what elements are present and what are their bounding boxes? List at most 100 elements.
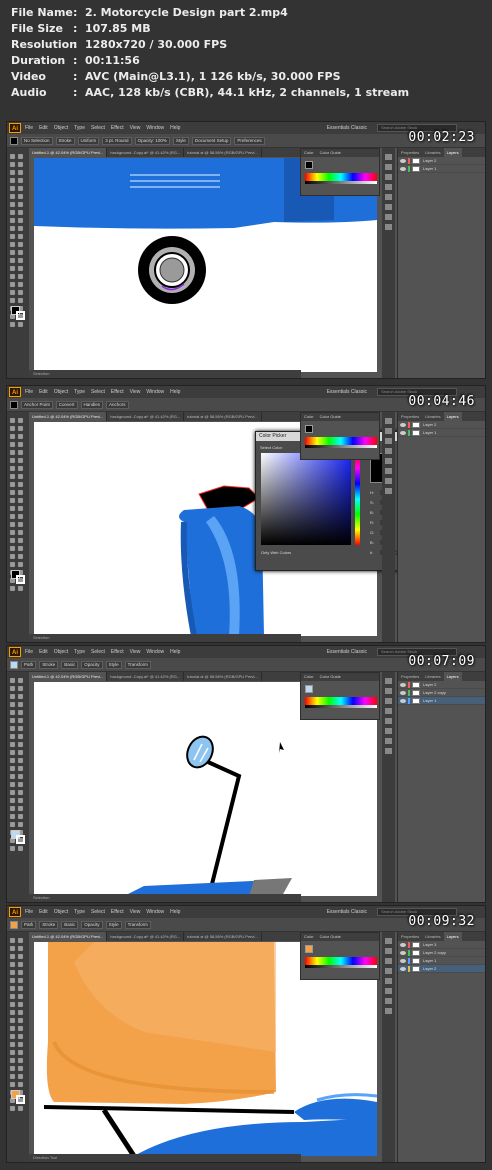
menu-object[interactable]: Object xyxy=(54,909,68,915)
tool-icon[interactable] xyxy=(10,194,15,199)
layer-name[interactable]: Layer 2 xyxy=(423,682,436,687)
menu-type[interactable]: Type xyxy=(74,909,85,915)
panel-icon[interactable] xyxy=(385,194,392,200)
panel-tab[interactable]: Libraries xyxy=(422,412,443,421)
panel-icon[interactable] xyxy=(385,698,392,704)
tool-icon[interactable] xyxy=(10,530,15,535)
tool-icon[interactable] xyxy=(18,490,23,495)
document-tab[interactable]: tutorial.ai @ 58.56% (RGB/GPU Previ... xyxy=(184,148,262,157)
tool-icon[interactable] xyxy=(10,822,15,827)
tool-icon[interactable] xyxy=(10,250,15,255)
control-item[interactable]: Opacity: 100% xyxy=(134,136,170,145)
panel-icon[interactable] xyxy=(385,488,392,494)
tool-icon[interactable] xyxy=(18,266,23,271)
tool-icon[interactable] xyxy=(10,734,15,739)
tool-icon[interactable] xyxy=(10,718,15,723)
document-tab[interactable]: tutorial.ai @ 58.56% (RGB/GPU Previ... xyxy=(184,932,262,941)
tool-icon[interactable] xyxy=(10,258,15,263)
control-item[interactable]: Anchors xyxy=(106,400,129,409)
tool-icon[interactable] xyxy=(18,686,23,691)
document-tab[interactable]: tutorial.ai @ 58.56% (RGB/GPU Previ... xyxy=(184,672,262,681)
tool-icon[interactable] xyxy=(10,322,15,327)
control-item[interactable]: Convert xyxy=(55,400,78,409)
document-tab[interactable]: Untitled-1 @ 42.04% (RGB/GPU Previ... xyxy=(29,672,108,681)
panel-icon[interactable] xyxy=(385,154,392,160)
tool-icon[interactable] xyxy=(10,218,15,223)
tool-icon[interactable] xyxy=(18,1050,23,1055)
menu-select[interactable]: Select xyxy=(91,125,105,131)
tool-icon[interactable] xyxy=(18,298,23,303)
tool-icon[interactable] xyxy=(10,798,15,803)
color-spectrum[interactable] xyxy=(305,437,377,445)
control-item[interactable]: 3 pt. Round xyxy=(102,136,132,145)
panel-icon[interactable] xyxy=(385,748,392,754)
panel-tab[interactable]: Layers xyxy=(443,672,462,681)
tool-icon[interactable] xyxy=(18,782,23,787)
menu-view[interactable]: View xyxy=(130,649,141,655)
current-color-swatch[interactable] xyxy=(305,161,313,169)
menu-edit[interactable]: Edit xyxy=(39,125,48,131)
tool-icon[interactable] xyxy=(10,498,15,503)
tool-icon[interactable] xyxy=(10,766,15,771)
tool-icon[interactable] xyxy=(10,758,15,763)
layer-name[interactable]: Layer 1 xyxy=(423,958,436,963)
menu-view[interactable]: View xyxy=(130,125,141,131)
visibility-eye-icon[interactable] xyxy=(400,166,406,171)
control-item[interactable]: Style xyxy=(105,660,122,669)
color-panel-tab[interactable]: Color xyxy=(301,149,317,157)
panel-icon[interactable] xyxy=(385,988,392,994)
tool-icon[interactable] xyxy=(18,994,23,999)
panel-icon[interactable] xyxy=(385,468,392,474)
control-item[interactable]: Opacity xyxy=(81,920,103,929)
tool-icon[interactable] xyxy=(18,154,23,159)
menu-help[interactable]: Help xyxy=(170,389,180,395)
layer-name[interactable]: Layer 1 xyxy=(423,166,436,171)
menu-type[interactable]: Type xyxy=(74,125,85,131)
menu-help[interactable]: Help xyxy=(170,649,180,655)
menu-select[interactable]: Select xyxy=(91,649,105,655)
tool-icon[interactable] xyxy=(18,946,23,951)
control-item[interactable]: Anchor Point xyxy=(21,400,53,409)
control-item[interactable]: Basic xyxy=(61,920,79,929)
tool-icon[interactable] xyxy=(10,274,15,279)
panel-icon[interactable] xyxy=(385,728,392,734)
tool-icon[interactable] xyxy=(10,702,15,707)
tool-icon[interactable] xyxy=(10,466,15,471)
panel-icon[interactable] xyxy=(385,978,392,984)
color-panel-tab[interactable]: Color Guide xyxy=(317,413,344,421)
tool-icon[interactable] xyxy=(10,490,15,495)
panel-icon[interactable] xyxy=(385,688,392,694)
tool-icon[interactable] xyxy=(10,1018,15,1023)
layer-name[interactable]: Layer 2 copy xyxy=(423,690,446,695)
tool-icon[interactable] xyxy=(18,734,23,739)
workspace-switcher[interactable]: Essentials Classic xyxy=(327,125,367,131)
tool-icon[interactable] xyxy=(10,1034,15,1039)
menu-select[interactable]: Select xyxy=(91,389,105,395)
tool-icon[interactable] xyxy=(10,458,15,463)
tool-icon[interactable] xyxy=(10,474,15,479)
tool-icon[interactable] xyxy=(18,1018,23,1023)
tool-icon[interactable] xyxy=(18,822,23,827)
color-panel-tab[interactable]: Color Guide xyxy=(317,149,344,157)
tool-icon[interactable] xyxy=(18,846,23,851)
tool-icon[interactable] xyxy=(18,450,23,455)
tool-icon[interactable] xyxy=(10,562,15,567)
layer-name[interactable]: Layer 1 xyxy=(423,698,436,703)
tool-icon[interactable] xyxy=(18,1026,23,1031)
tool-icon[interactable] xyxy=(18,170,23,175)
tool-icon[interactable] xyxy=(18,798,23,803)
control-item[interactable]: Handles xyxy=(80,400,104,409)
document-tab[interactable]: background -Copy.ai* @ 41.42% (RG... xyxy=(107,412,185,421)
layer-row[interactable]: Layer 2 xyxy=(398,965,485,973)
visibility-eye-icon[interactable] xyxy=(400,422,406,427)
current-color-swatch[interactable] xyxy=(305,945,313,953)
tool-icon[interactable] xyxy=(18,1010,23,1015)
tool-icon[interactable] xyxy=(10,162,15,167)
tool-icon[interactable] xyxy=(10,962,15,967)
menu-window[interactable]: Window xyxy=(146,649,164,655)
menu-edit[interactable]: Edit xyxy=(39,909,48,915)
layer-row[interactable]: Layer 2 xyxy=(398,681,485,689)
tool-icon[interactable] xyxy=(18,938,23,943)
tool-icon[interactable] xyxy=(18,194,23,199)
tool-icon[interactable] xyxy=(10,178,15,183)
